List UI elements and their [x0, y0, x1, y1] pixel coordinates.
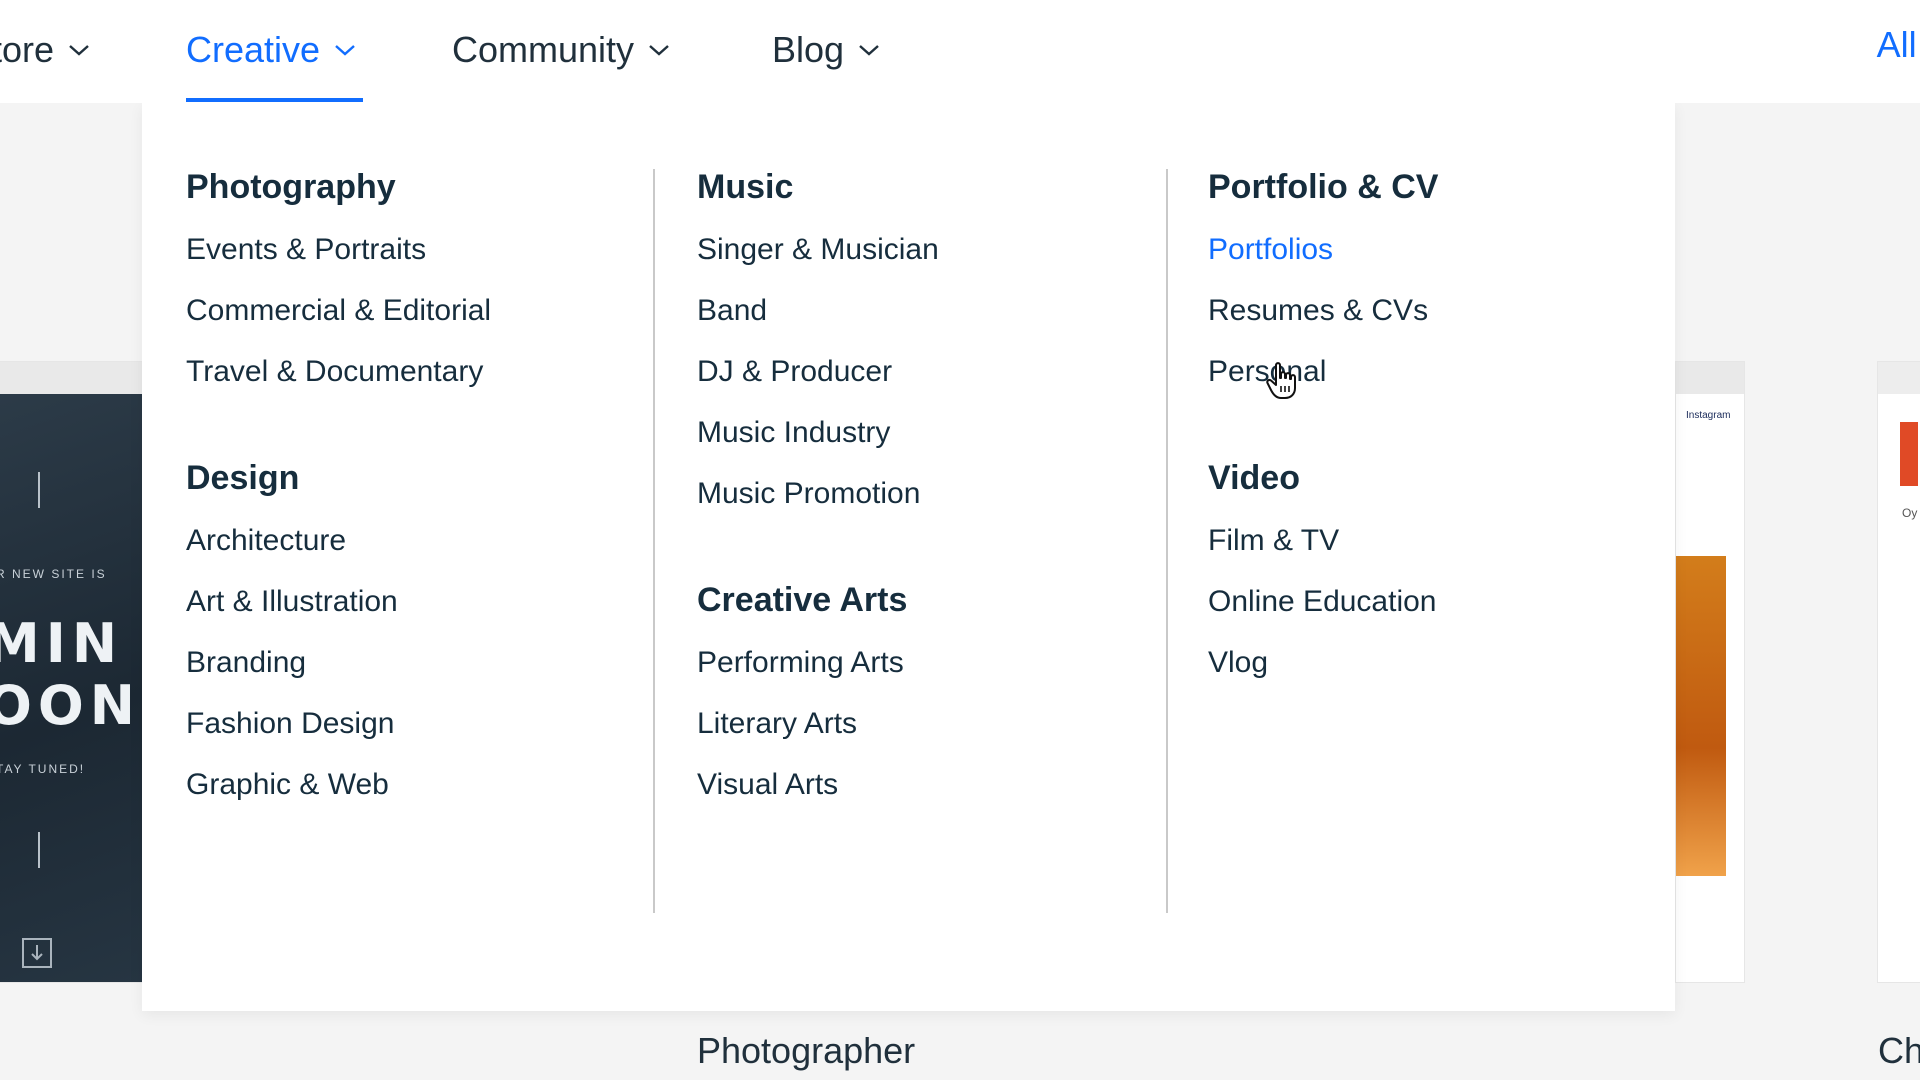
nav-item-label: tore	[0, 29, 55, 70]
menu-link[interactable]: Fashion Design	[186, 693, 491, 754]
menu-group-design: Design Architecture Art & Illustration B…	[186, 446, 491, 815]
thumbnail-text: MIN	[0, 612, 124, 675]
chevron-down-icon	[859, 45, 879, 56]
menu-link[interactable]: Online Education	[1208, 571, 1438, 632]
menu-heading[interactable]: Creative Arts	[697, 568, 939, 632]
menu-link-portfolios[interactable]: Portfolios	[1208, 219, 1438, 280]
download-icon	[22, 938, 52, 968]
thumbnail-text: TAY TUNED!	[0, 762, 86, 776]
nav-item-store[interactable]: tore	[0, 0, 90, 100]
menu-group-video: Video Film & TV Online Education Vlog	[1208, 446, 1438, 693]
nav-item-label: Blog	[772, 29, 845, 70]
template-card-left[interactable]: R NEW SITE IS MIN OON TAY TUNED!	[0, 362, 142, 982]
menu-heading[interactable]: Design	[186, 446, 491, 510]
menu-link[interactable]: Vlog	[1208, 632, 1438, 693]
menu-link[interactable]: Resumes & CVs	[1208, 280, 1438, 341]
menu-heading[interactable]: Portfolio & CV	[1208, 155, 1438, 219]
nav-item-community[interactable]: Community	[452, 0, 670, 100]
menu-link[interactable]: Architecture	[186, 510, 491, 571]
menu-group-photography: Photography Events & Portraits Commercia…	[186, 155, 491, 402]
menu-link[interactable]: Travel & Documentary	[186, 341, 491, 402]
thumbnail-text: Oy	[1902, 506, 1918, 520]
menu-link[interactable]: Music Promotion	[697, 463, 939, 524]
menu-link[interactable]: Singer & Musician	[697, 219, 939, 280]
menu-link[interactable]: Graphic & Web	[186, 754, 491, 815]
hand-cursor-icon	[1266, 362, 1296, 399]
card-browser-bar	[0, 362, 142, 394]
nav-item-label: Community	[452, 29, 635, 70]
menu-link[interactable]: Events & Portraits	[186, 219, 491, 280]
column-divider	[1166, 169, 1168, 913]
menu-link[interactable]: Branding	[186, 632, 491, 693]
card-browser-bar	[1878, 362, 1920, 394]
chevron-down-icon	[335, 45, 355, 56]
menu-link[interactable]: Music Industry	[697, 402, 939, 463]
nav-item-label: Creative	[186, 29, 321, 70]
nav-item-creative[interactable]: Creative	[186, 0, 356, 100]
menu-column: Portfolio & CV Portfolios Resumes & CVs …	[1208, 155, 1438, 693]
menu-link[interactable]: Band	[697, 280, 939, 341]
menu-group-music: Music Singer & Musician Band DJ & Produc…	[697, 155, 939, 524]
menu-heading[interactable]: Video	[1208, 446, 1438, 510]
thumbnail-text: OON	[0, 674, 142, 737]
menu-heading[interactable]: Photography	[186, 155, 491, 219]
template-thumbnail	[1676, 556, 1726, 876]
template-title[interactable]: Photographer	[697, 1030, 915, 1072]
thumbnail-text: R NEW SITE IS	[0, 567, 107, 581]
thumbnail-text: Instagram	[1686, 410, 1731, 421]
menu-link[interactable]: DJ & Producer	[697, 341, 939, 402]
template-thumbnail	[1900, 422, 1918, 486]
menu-link[interactable]: Literary Arts	[697, 693, 939, 754]
menu-link[interactable]: Film & TV	[1208, 510, 1438, 571]
template-card-right[interactable]: Instagram	[1676, 362, 1744, 982]
decorative-line	[38, 472, 40, 508]
nav-item-blog[interactable]: Blog	[772, 0, 880, 100]
menu-link[interactable]: Performing Arts	[697, 632, 939, 693]
menu-link[interactable]: Visual Arts	[697, 754, 939, 815]
menu-column: Music Singer & Musician Band DJ & Produc…	[697, 155, 939, 815]
menu-link[interactable]: Art & Illustration	[186, 571, 491, 632]
menu-group-creative-arts: Creative Arts Performing Arts Literary A…	[697, 568, 939, 815]
column-divider	[653, 169, 655, 913]
card-browser-bar	[1676, 362, 1744, 394]
chevron-down-icon	[649, 45, 669, 56]
template-card-right[interactable]: Oy	[1878, 362, 1920, 982]
menu-link[interactable]: Commercial & Editorial	[186, 280, 491, 341]
template-title[interactable]: Ch	[1878, 1030, 1920, 1072]
decorative-line	[38, 832, 40, 868]
menu-link[interactable]: Personal	[1208, 341, 1438, 402]
menu-heading[interactable]: Music	[697, 155, 939, 219]
menu-column: Photography Events & Portraits Commercia…	[186, 155, 491, 815]
menu-group-portfolio-cv: Portfolio & CV Portfolios Resumes & CVs …	[1208, 155, 1438, 402]
top-navigation: tore Creative Community Blog All T	[0, 0, 1920, 103]
chevron-down-icon	[69, 45, 89, 56]
active-tab-indicator	[186, 98, 363, 102]
creative-dropdown-menu: Photography Events & Portraits Commercia…	[142, 103, 1675, 1011]
all-templates-link[interactable]: All T	[1877, 0, 1920, 90]
